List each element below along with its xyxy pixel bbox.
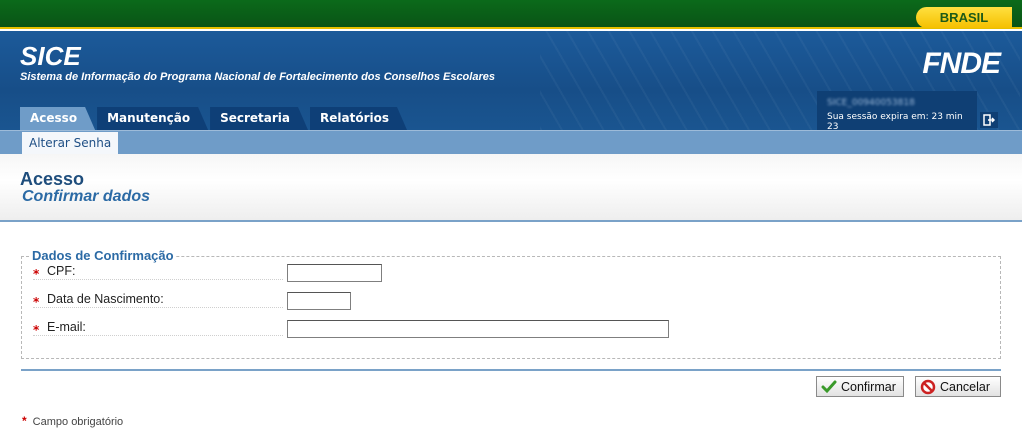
app-header: SICE Sistema de Informação do Programa N… — [0, 31, 1022, 130]
cpf-label: CPF: — [47, 264, 76, 278]
subnav-alterar-senha[interactable]: Alterar Senha — [22, 132, 119, 155]
cancel-label: Cancelar — [940, 379, 991, 394]
app-title: SICE — [20, 41, 81, 71]
brasil-logo[interactable]: BRASIL — [916, 7, 1012, 28]
tab-secretaria[interactable]: Secretaria — [210, 107, 308, 130]
session-info: SICE_00940053818 Sua sessão expira em: 2… — [817, 91, 977, 130]
check-icon — [821, 379, 837, 395]
email-row: * E-mail: — [33, 320, 283, 337]
required-note-text: Campo obrigatório — [32, 416, 124, 428]
fieldset-legend: Dados de Confirmação — [31, 248, 175, 263]
exit-icon — [983, 114, 996, 126]
sub-navigation: Alterar Senha — [0, 130, 1022, 155]
confirm-button[interactable]: Confirmar — [816, 376, 904, 397]
required-marker: * — [33, 267, 40, 281]
cancel-button[interactable]: Cancelar — [915, 376, 1001, 397]
page-title: Acesso — [20, 169, 85, 189]
birthdate-row: * Data de Nascimento: — [33, 292, 283, 309]
required-marker: * — [33, 323, 40, 337]
tab-acesso[interactable]: Acesso — [20, 107, 95, 130]
page-header: Acesso Confirmar dados — [0, 154, 1022, 222]
cpf-input[interactable] — [287, 264, 382, 282]
email-input[interactable] — [287, 320, 669, 338]
main-tabs: Acesso Manutenção Secretaria Relatórios — [20, 107, 409, 130]
cpf-row: * CPF: — [33, 264, 283, 281]
logout-button[interactable] — [980, 112, 998, 128]
app-subtitle: Sistema de Informação do Programa Nacion… — [20, 71, 495, 83]
fnde-logo[interactable]: FNDE — [922, 47, 1001, 81]
confirm-label: Confirmar — [841, 379, 896, 394]
page-subtitle: Confirmar dados — [22, 188, 151, 205]
tab-manutencao[interactable]: Manutenção — [97, 107, 208, 130]
required-marker: * — [33, 295, 40, 309]
birthdate-label: Data de Nascimento: — [47, 292, 164, 306]
birthdate-input[interactable] — [287, 292, 351, 310]
email-label: E-mail: — [47, 320, 86, 334]
section-divider — [21, 369, 1001, 371]
tab-relatorios[interactable]: Relatórios — [310, 107, 407, 130]
session-user: SICE_00940053818 — [827, 98, 915, 108]
required-marker: * — [22, 414, 27, 428]
forbidden-icon — [920, 379, 936, 395]
session-expiry: Sua sessão expira em: 23 min 23 — [827, 112, 963, 130]
required-field-note: * Campo obrigatório — [22, 414, 123, 428]
government-bar: BRASIL — [0, 0, 1022, 29]
